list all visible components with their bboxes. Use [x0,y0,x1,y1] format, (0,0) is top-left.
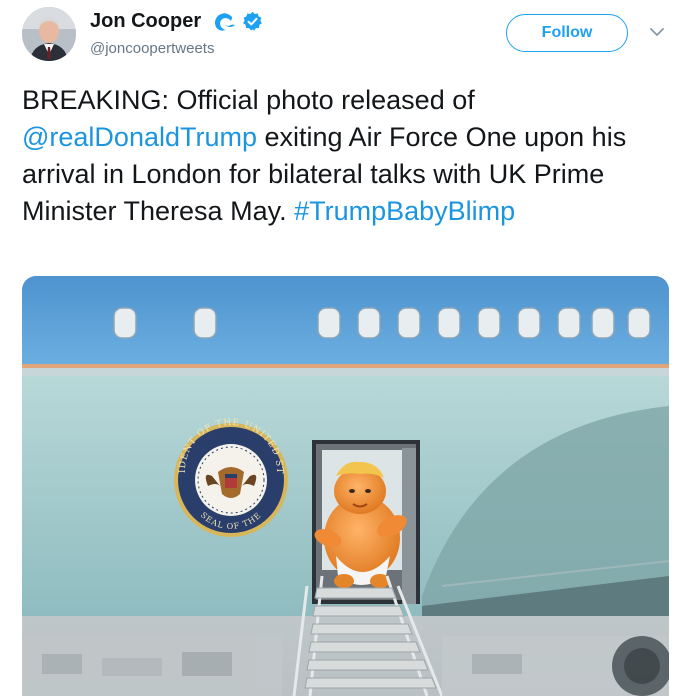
avatar[interactable] [22,7,76,61]
avatar-photo [22,7,76,61]
display-name[interactable]: Jon Cooper [90,10,201,33]
tweet-header: Jon Cooper @joncoopertweets Follow [0,0,680,76]
verified-icon [242,11,263,32]
follow-button[interactable]: Follow [506,14,628,52]
user-handle[interactable]: @joncoopertweets [90,40,214,57]
tweet-text-intro: BREAKING: Official photo released of [22,85,475,115]
hashtag-link[interactable]: #TrumpBabyBlimp [294,196,515,226]
mention-link[interactable]: @realDonaldTrump [22,122,257,152]
air-force-one-photo: PRESIDENT OF THE UNITED STATES SEAL OF T… [22,276,669,696]
chevron-down-icon[interactable] [648,25,666,39]
tweet-text: BREAKING: Official photo released of @re… [22,82,662,230]
wave-icon [211,11,237,33]
name-row: Jon Cooper [90,10,263,33]
tweet-photo[interactable]: PRESIDENT OF THE UNITED STATES SEAL OF T… [22,276,669,696]
